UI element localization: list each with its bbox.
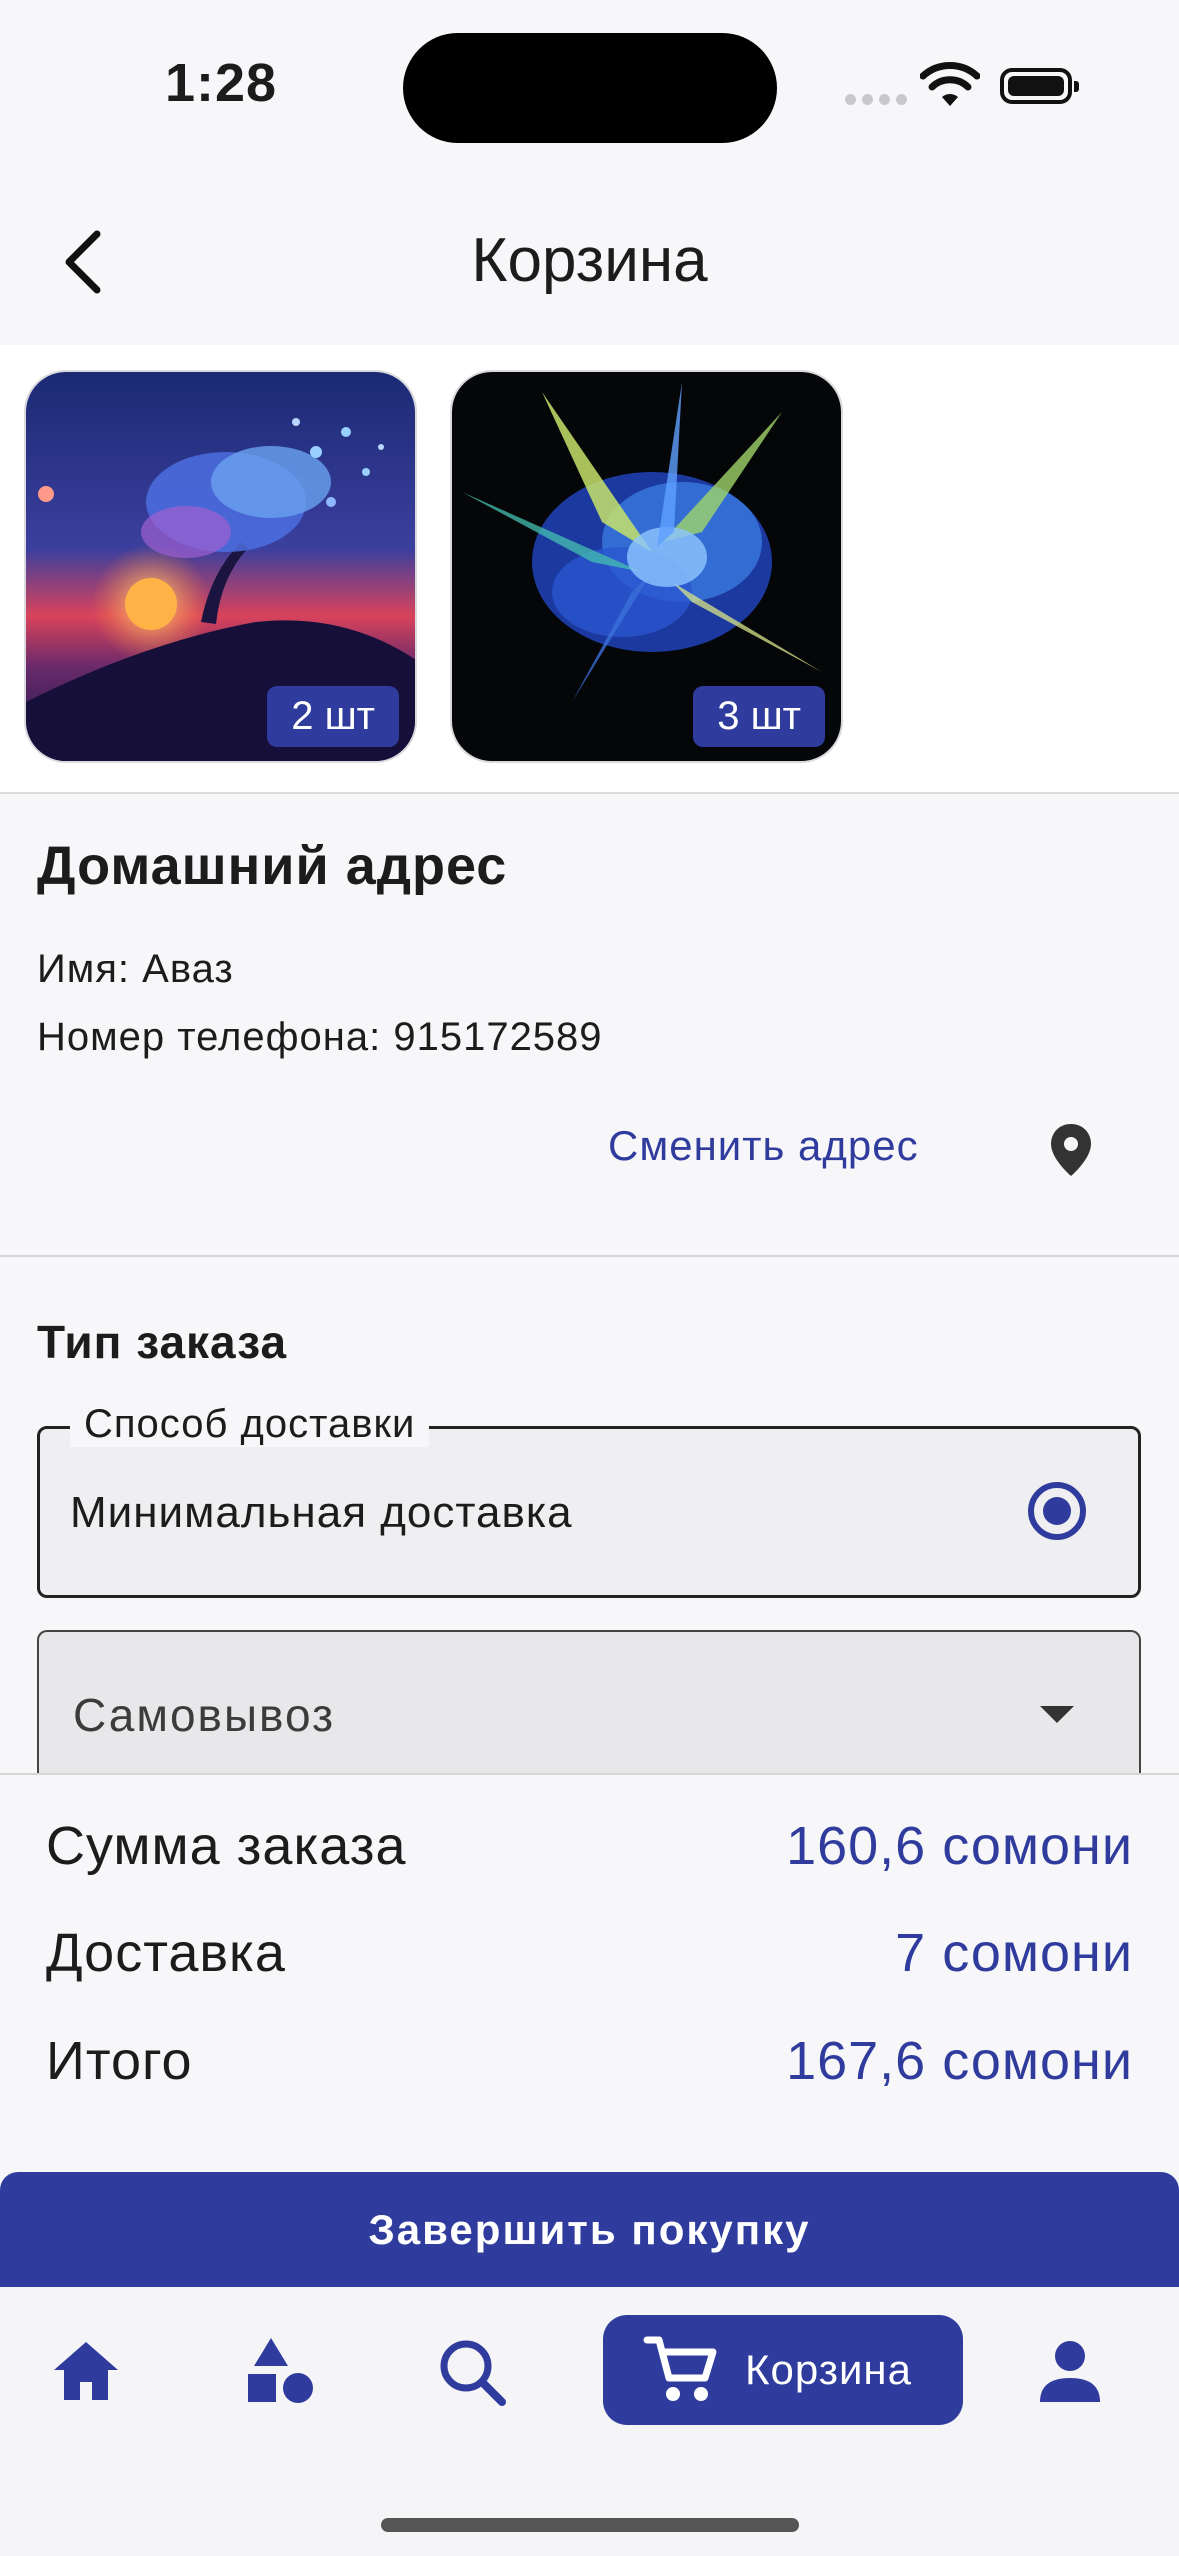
chevron-down-icon <box>1040 1706 1074 1723</box>
dynamic-island <box>403 33 777 143</box>
change-address-link[interactable]: Сменить адрес <box>608 1122 919 1170</box>
location-pin-icon[interactable] <box>1048 1122 1094 1178</box>
delivery-cost-value: 7 сомони <box>895 1923 1133 1983</box>
product-thumbnail[interactable]: 2 шт <box>24 370 417 763</box>
finish-purchase-button[interactable]: Завершить покупку <box>0 2172 1179 2287</box>
home-icon[interactable] <box>46 2332 126 2412</box>
order-sum-label: Сумма заказа <box>46 1816 407 1876</box>
page-title: Корзина <box>471 226 708 295</box>
wifi-icon <box>920 62 980 106</box>
total-label: Итого <box>46 2031 193 2091</box>
profile-icon[interactable] <box>1030 2332 1110 2412</box>
pickup-dropdown-value: Самовывоз <box>73 1689 336 1741</box>
customer-name: Имя: Аваз <box>37 947 234 991</box>
customer-phone: Номер телефона: 915172589 <box>37 1015 603 1059</box>
delivery-cost-label: Доставка <box>46 1923 286 1983</box>
quantity-badge: 2 шт <box>267 686 399 747</box>
order-type-title: Тип заказа <box>37 1316 288 1368</box>
status-time: 1:28 <box>165 53 278 113</box>
search-icon[interactable] <box>432 2332 512 2412</box>
delivery-method-legend: Способ доставки <box>70 1402 430 1447</box>
categories-icon[interactable] <box>240 2332 320 2412</box>
battery-icon <box>1000 68 1079 104</box>
cellular-signal-icon <box>845 92 913 110</box>
delivery-option-label: Минимальная доставка <box>70 1488 573 1537</box>
nav-cart-tab[interactable]: Корзина <box>603 2315 963 2425</box>
product-thumbnail[interactable]: 3 шт <box>450 370 843 763</box>
bottom-navigation <box>0 2287 1179 2556</box>
cart-icon <box>643 2336 717 2401</box>
address-title: Домашний адрес <box>37 836 508 896</box>
delivery-radio-selected[interactable] <box>1028 1482 1086 1540</box>
total-value: 167,6 сомони <box>786 2031 1133 2091</box>
order-sum-value: 160,6 сомони <box>786 1816 1133 1876</box>
home-indicator <box>381 2518 799 2532</box>
cart-products-strip: 2 шт 3 шт <box>0 345 1179 794</box>
nav-cart-label: Корзина <box>745 2346 912 2393</box>
quantity-badge: 3 шт <box>693 686 825 747</box>
section-divider <box>0 1255 1179 1257</box>
